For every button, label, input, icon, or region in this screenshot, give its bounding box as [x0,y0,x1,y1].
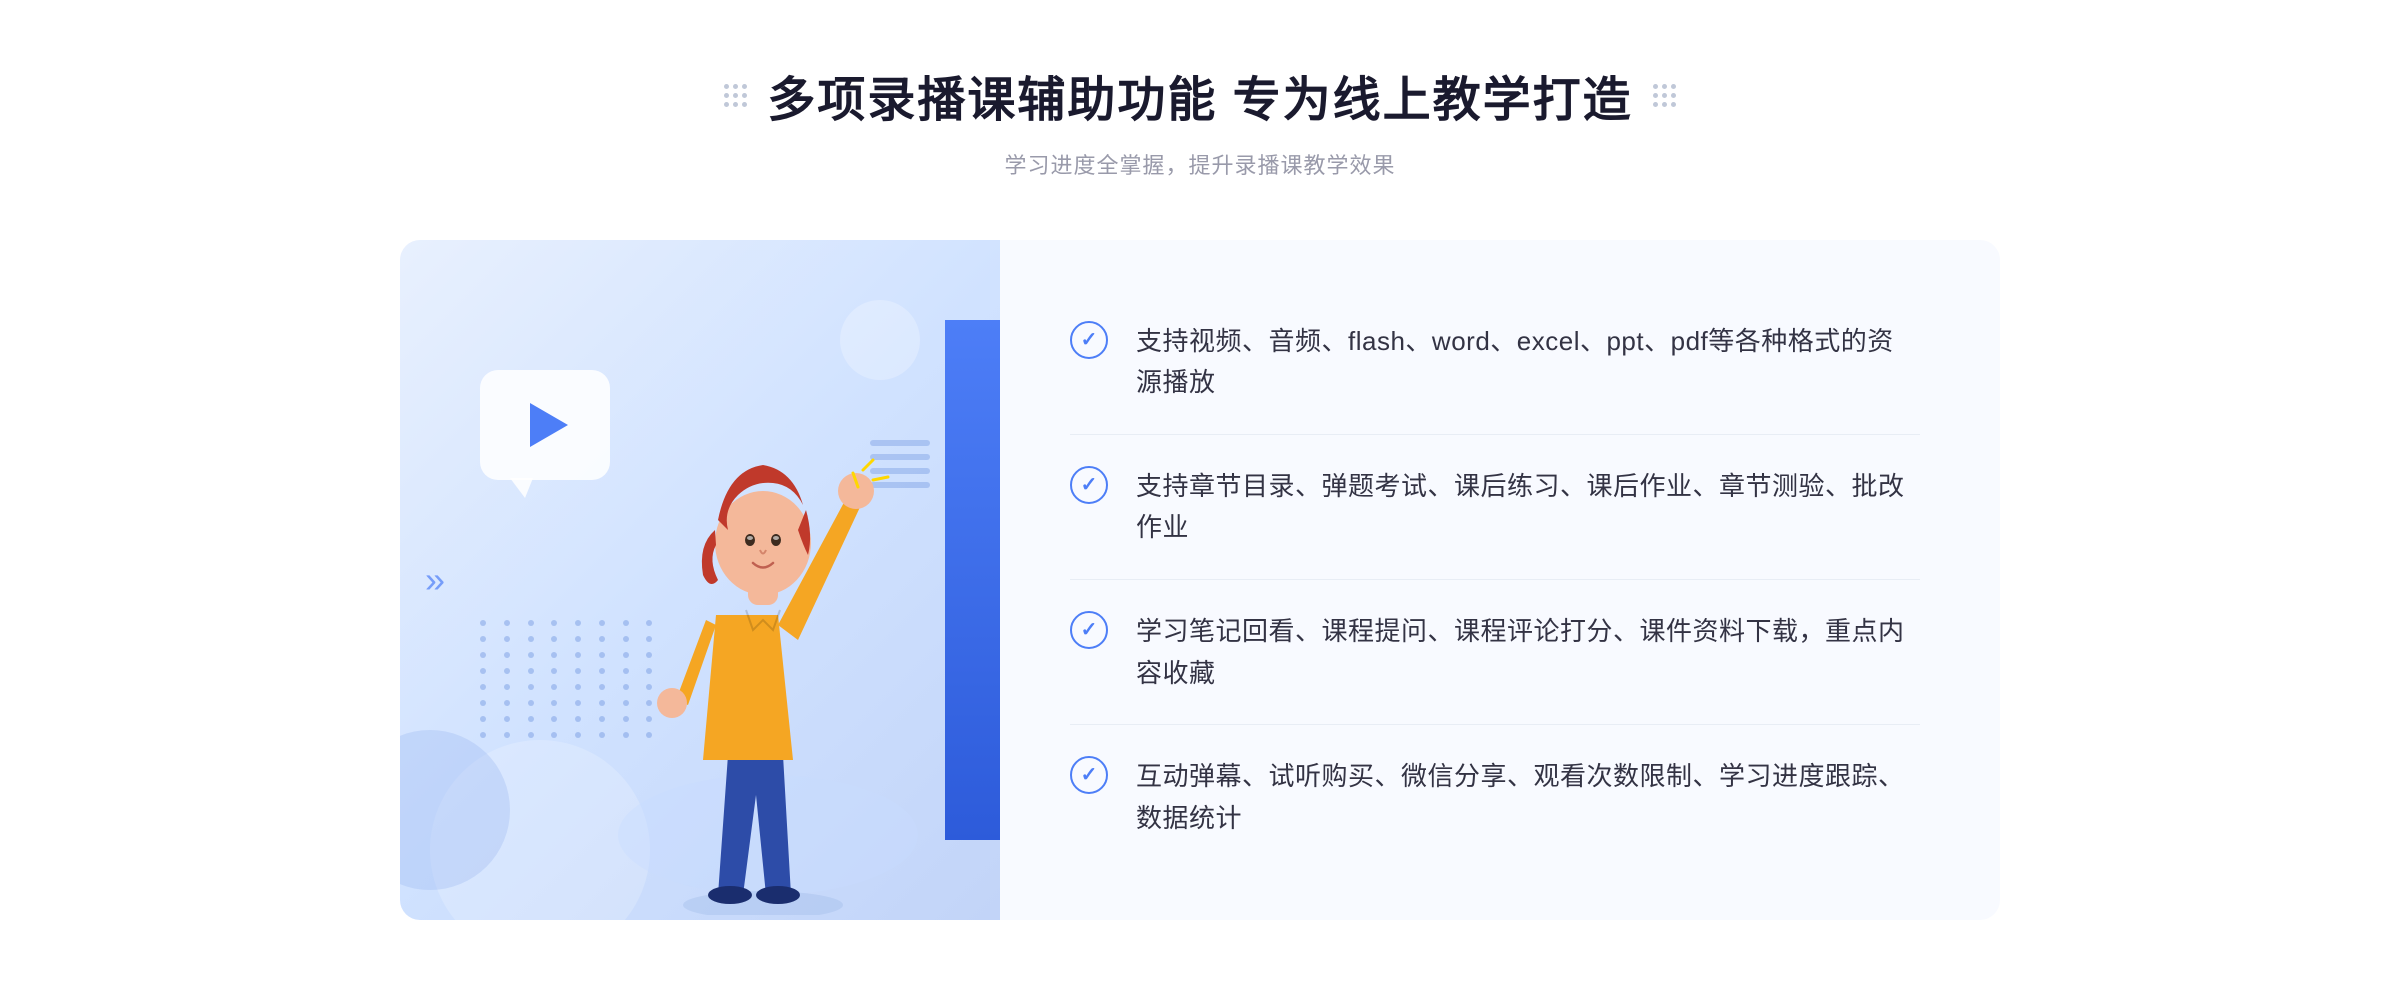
feature-item-4: ✓ 互动弹幕、试听购买、微信分享、观看次数限制、学习进度跟踪、数据统计 [1070,726,1920,869]
feature-item-3: ✓ 学习笔记回看、课程提问、课程评论打分、课件资料下载，重点内容收藏 [1070,581,1920,725]
title-dots-left [724,84,747,107]
feature-text-4: 互动弹幕、试听购买、微信分享、观看次数限制、学习进度跟踪、数据统计 [1136,756,1920,839]
title-dots-right [1653,84,1676,107]
blue-accent-bar [945,320,1000,840]
page-container: 多项录播课辅助功能 专为线上教学打造 学习进度全掌握，提升录播课教学效果 [0,0,2400,1000]
chevron-arrows: » [425,559,445,601]
features-list: ✓ 支持视频、音频、flash、word、excel、ppt、pdf等各种格式的… [1000,240,2000,920]
page-subtitle: 学习进度全掌握，提升录播课教学效果 [724,148,1675,180]
play-bubble [480,370,610,480]
check-icon-4: ✓ [1070,756,1108,794]
title-row: 多项录播课辅助功能 专为线上教学打造 [724,60,1675,130]
illustration-area: » [400,240,1000,920]
check-icon-3: ✓ [1070,611,1108,649]
page-title: 多项录播课辅助功能 专为线上教学打造 [767,60,1632,130]
feature-item-2: ✓ 支持章节目录、弹题考试、课后练习、课后作业、章节测验、批改作业 [1070,436,1920,580]
person-illustration [598,415,938,920]
feature-text-2: 支持章节目录、弹题考试、课后练习、课后作业、章节测验、批改作业 [1136,466,1920,549]
header-section: 多项录播课辅助功能 专为线上教学打造 学习进度全掌握，提升录播课教学效果 [724,60,1675,180]
small-circle-deco [840,300,920,380]
feature-text-1: 支持视频、音频、flash、word、excel、ppt、pdf等各种格式的资源… [1136,321,1920,404]
check-icon-2: ✓ [1070,466,1108,504]
check-icon-1: ✓ [1070,321,1108,359]
main-content-card: » [400,240,2000,920]
feature-text-3: 学习笔记回看、课程提问、课程评论打分、课件资料下载，重点内容收藏 [1136,611,1920,694]
feature-item-1: ✓ 支持视频、音频、flash、word、excel、ppt、pdf等各种格式的… [1070,291,1920,435]
play-icon [530,403,568,447]
